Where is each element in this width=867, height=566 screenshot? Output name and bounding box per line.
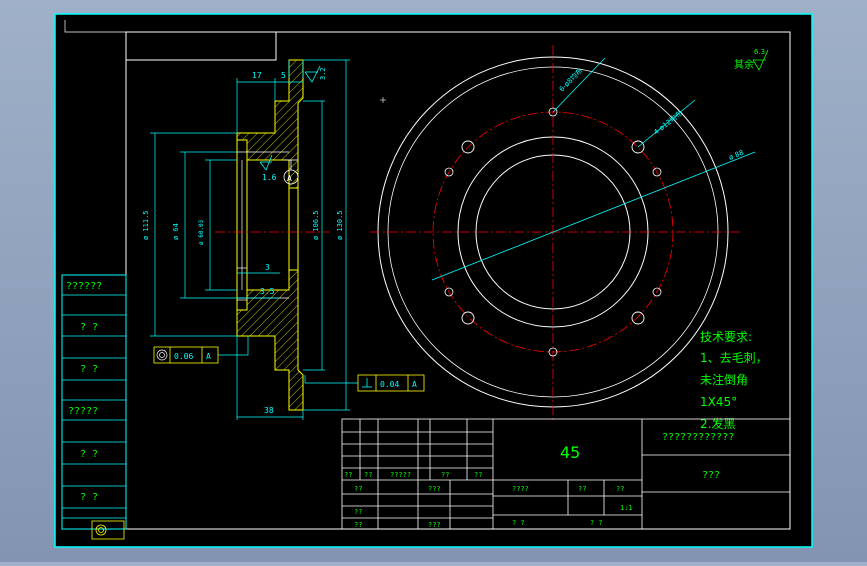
- strip-label: ? ?: [80, 492, 98, 503]
- drawing-code: ???: [702, 470, 720, 481]
- stage-label: ????: [512, 485, 529, 493]
- concentricity-value: 0.06: [174, 352, 193, 361]
- row-label: ??: [441, 471, 449, 479]
- strip-label: ? ?: [80, 449, 98, 460]
- weight-label: ??: [578, 485, 586, 493]
- dim-17: 17: [252, 71, 262, 80]
- datum-a-label: A: [287, 174, 292, 183]
- drawing-canvas: ?????? ? ? ? ? ????? ? ? ? ? 17 5 3.2 ø …: [54, 13, 813, 548]
- roughness-top: 3.2: [319, 67, 327, 80]
- concentricity-datum: A: [206, 352, 211, 361]
- strip-label: ? ?: [80, 364, 98, 375]
- tech-title: 技术要求:: [700, 330, 752, 344]
- dim-dia-bore: ø 60.03: [198, 219, 205, 245]
- cad-viewport[interactable]: ?????? ? ? ? ? ????? ? ? ? ? 17 5 3.2 ø …: [0, 0, 867, 562]
- tech-line-3: 1X45°: [700, 395, 737, 409]
- sign-3: ??: [354, 508, 362, 516]
- dim-dia-outer: ø 111.5: [142, 210, 150, 240]
- dim-dia-right-2: ø 130.5: [336, 210, 344, 240]
- dim-5: 5: [281, 71, 286, 80]
- sign-1: ??: [354, 485, 362, 493]
- dim-dia-inner: ø 64: [172, 223, 180, 240]
- drawing-name: ????????????: [662, 432, 734, 443]
- sheet-border: [54, 13, 813, 548]
- dim-3: 3: [265, 263, 270, 272]
- tech-line-1: 1、去毛刺，: [700, 351, 768, 365]
- perpendicular-value: 0.04: [380, 380, 399, 389]
- sign-5: ???: [428, 521, 441, 529]
- scale-label: ??: [616, 485, 624, 493]
- sign-2: ???: [428, 485, 441, 493]
- scale-value: 1:1: [620, 504, 633, 512]
- row-label: ??: [474, 471, 482, 479]
- tech-line-4: 2.发黑: [700, 416, 735, 431]
- strip-label: ??????: [66, 281, 102, 292]
- row-label: ?????: [390, 471, 411, 479]
- sheet-1: ? ?: [512, 519, 525, 527]
- strip-label: ?????: [68, 406, 98, 417]
- roughness-rest-label: 其余: [734, 58, 754, 71]
- strip-label: ? ?: [80, 322, 98, 333]
- perpendicular-datum: A: [412, 380, 417, 389]
- roughness-mid: 1.6: [262, 173, 277, 182]
- dim-dia-right-1: ø 106.5: [312, 210, 320, 240]
- row-label: ??: [344, 471, 352, 479]
- roughness-rest-value: 6.3: [754, 48, 765, 56]
- sheet-2: ? ?: [590, 519, 603, 527]
- tech-line-2: 未注倒角: [700, 372, 748, 387]
- row-label: ??: [364, 471, 372, 479]
- sign-4: ??: [354, 521, 362, 529]
- material: 45: [560, 443, 580, 462]
- dim-3-5: 3.5: [260, 287, 275, 296]
- dim-38: 38: [264, 406, 274, 415]
